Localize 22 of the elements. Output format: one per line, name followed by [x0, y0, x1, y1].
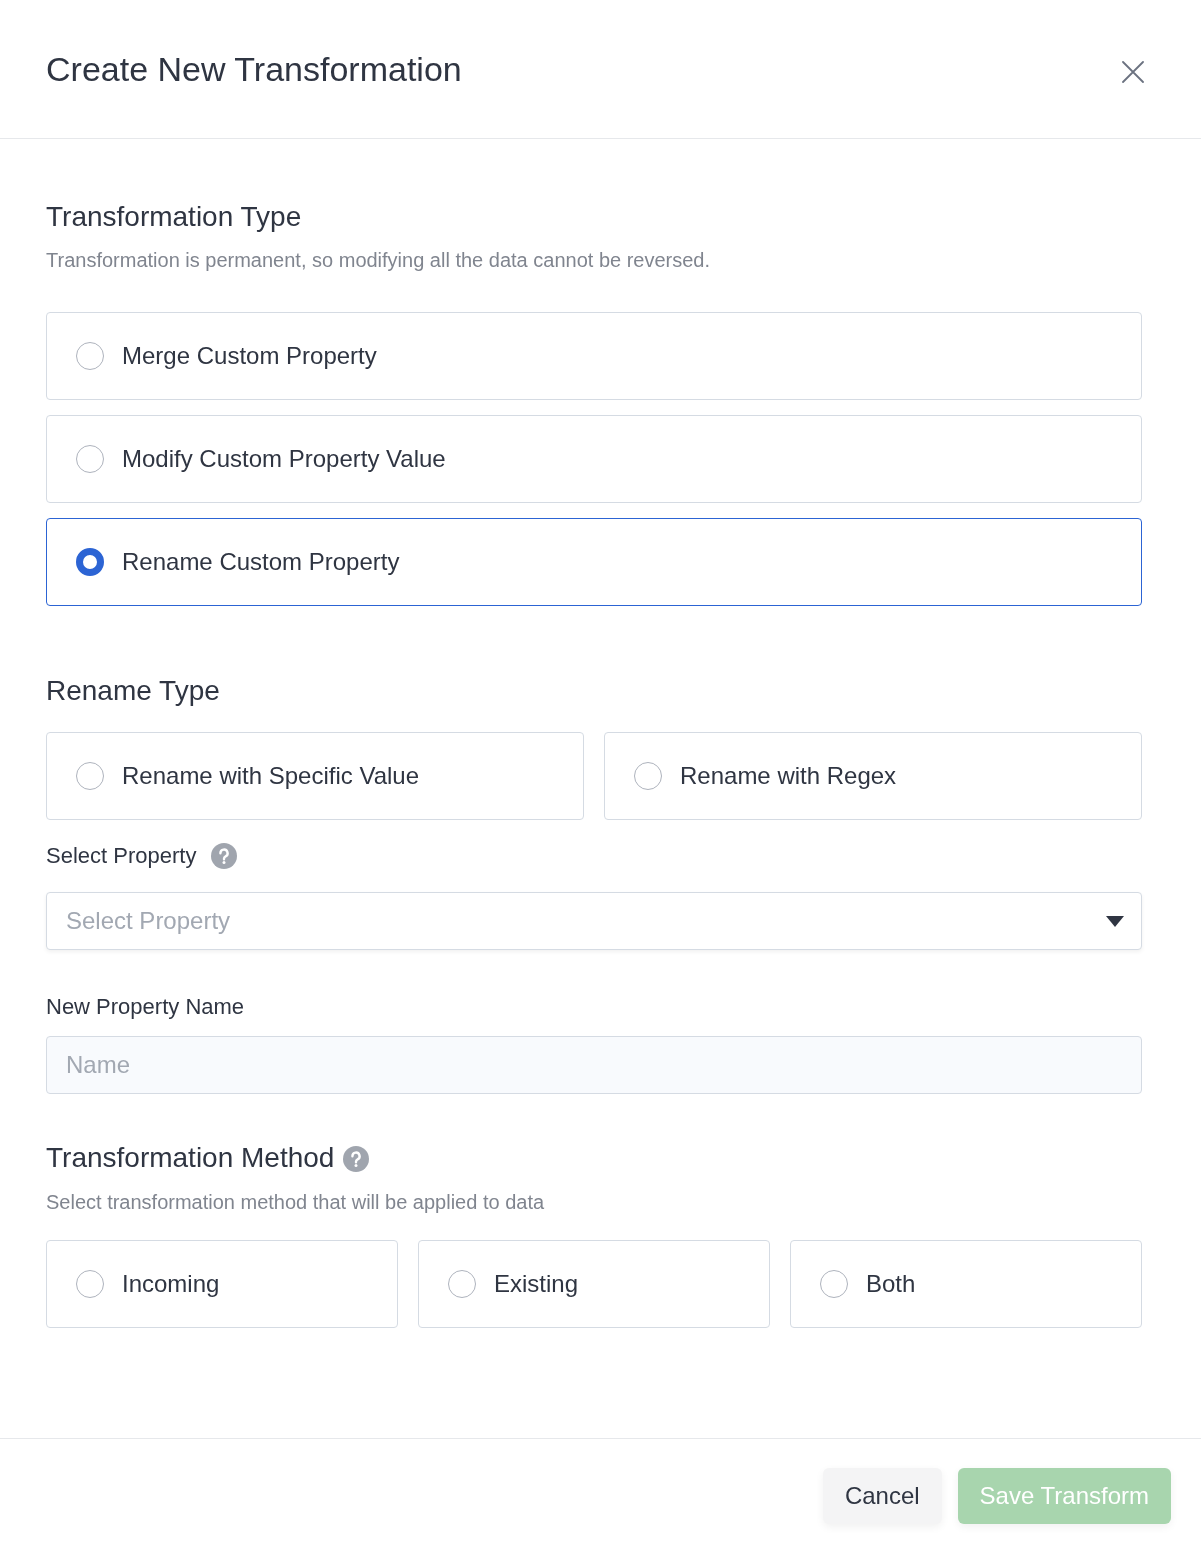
- section-description: Select transformation method that will be applied to data: [46, 1190, 546, 1215]
- radio-option[interactable]: Incoming: [46, 1240, 398, 1328]
- radio-option[interactable]: Modify Custom Property Value: [46, 415, 1142, 503]
- help-icon: [211, 843, 238, 869]
- field-label: Select Property: [46, 842, 197, 870]
- section-description: Transformation is permanent, so modifying all the data cannot be reversed.: [46, 248, 712, 273]
- section-heading: Transformation Method: [46, 1141, 335, 1175]
- radio-option[interactable]: Existing: [418, 1240, 770, 1328]
- radio-option[interactable]: Both: [790, 1240, 1142, 1328]
- dialog-title: Create New Transformation: [46, 49, 462, 89]
- section-heading: Transformation Type: [46, 200, 303, 234]
- radio-option[interactable]: Rename with Regex: [604, 732, 1142, 820]
- radio-option[interactable]: Merge Custom Property: [46, 312, 1142, 400]
- field-label: New Property Name: [46, 993, 246, 1021]
- caret-icon: [1106, 915, 1124, 927]
- radio-option[interactable]: Rename with Specific Value: [46, 732, 584, 820]
- help-icon: [343, 1146, 370, 1172]
- radio-option[interactable]: Rename Custom Property: [46, 518, 1142, 606]
- section-heading: Rename Type: [46, 674, 221, 708]
- close-icon[interactable]: [1122, 61, 1144, 83]
- name-input[interactable]: Name: [46, 1036, 1142, 1094]
- cancel-button[interactable]: Cancel: [822, 1468, 942, 1524]
